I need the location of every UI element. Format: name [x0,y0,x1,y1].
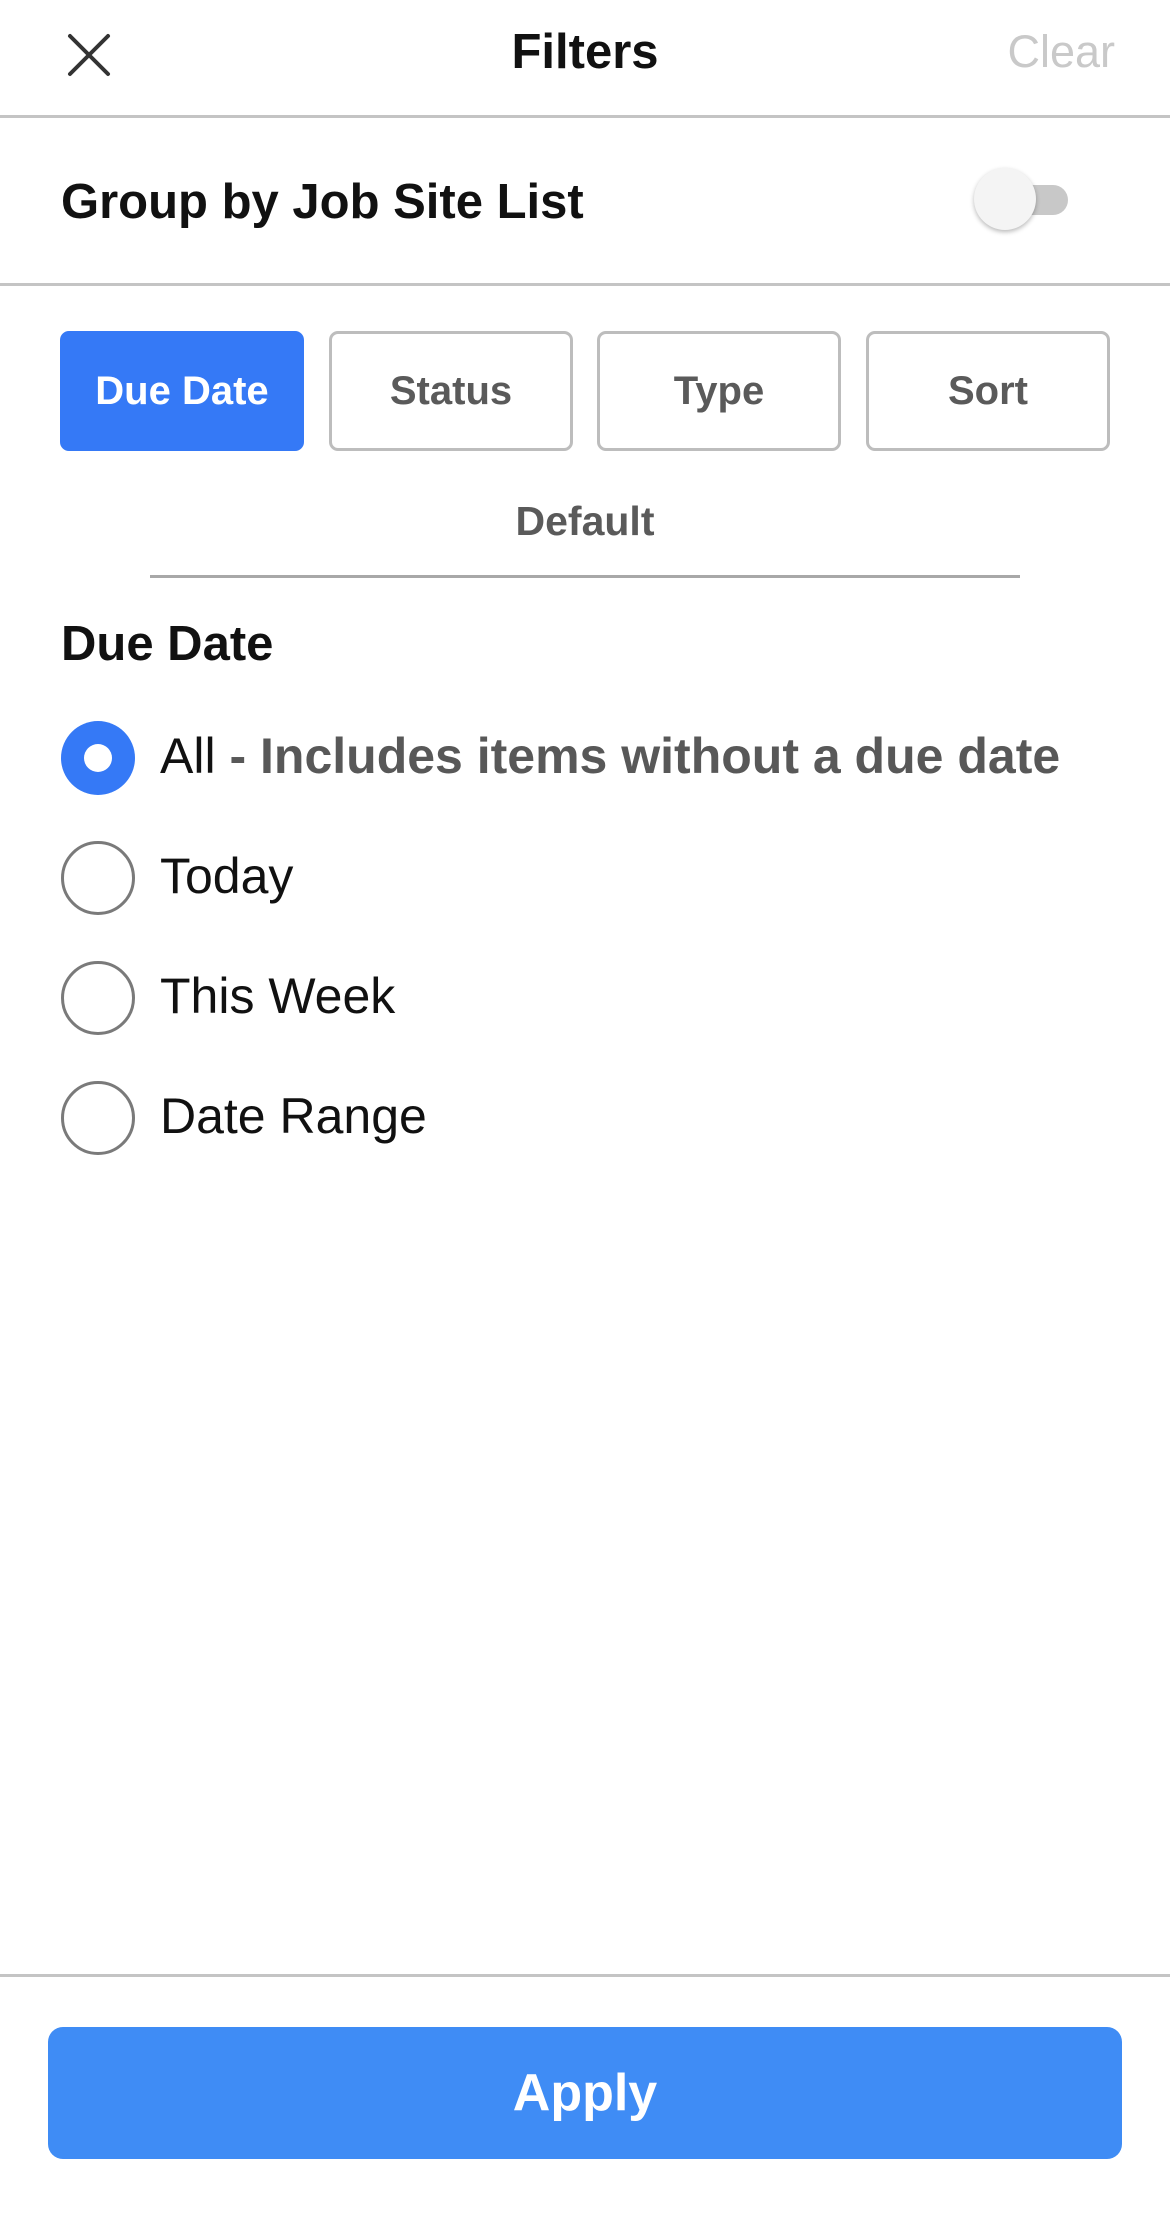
subtab-default[interactable]: Default [150,498,1020,578]
radio-button[interactable] [61,1081,135,1155]
group-by-row: Group by Job Site List [0,118,1170,286]
close-button[interactable] [60,26,118,84]
option-description: - Includes items without a due date [229,728,1061,784]
option-label: Date Range [160,1088,427,1144]
footer-bar: Apply [0,1974,1170,2240]
toggle-knob [974,168,1036,230]
radio-dot [84,744,112,772]
filter-tabs: Due Date Status Type Sort [60,331,1110,451]
close-icon [68,34,110,76]
radio-button[interactable] [61,961,135,1035]
radio-button-selected[interactable] [61,721,135,795]
section-title: Due Date [61,617,274,671]
tab-due-date[interactable]: Due Date [60,331,304,451]
tab-status[interactable]: Status [329,331,573,451]
page-title: Filters [511,25,659,79]
option-label: This Week [160,968,396,1024]
group-by-label: Group by Job Site List [61,175,584,229]
radio-option-all[interactable]: All - Includes items without a due date [61,721,1101,795]
group-by-toggle[interactable] [974,168,1096,230]
clear-button[interactable]: Clear [1007,26,1115,78]
radio-option-today[interactable]: Today [61,841,1101,915]
radio-option-date-range[interactable]: Date Range [61,1081,1101,1155]
option-label-text: All [160,728,216,784]
option-label: All - Includes items without a due date [160,727,1060,785]
radio-button[interactable] [61,841,135,915]
header-bar: Filters Clear [0,0,1170,118]
apply-button[interactable]: Apply [48,2027,1122,2159]
option-label: Today [160,848,294,904]
radio-option-this-week[interactable]: This Week [61,961,1101,1035]
tab-type[interactable]: Type [597,331,841,451]
tab-sort[interactable]: Sort [866,331,1110,451]
